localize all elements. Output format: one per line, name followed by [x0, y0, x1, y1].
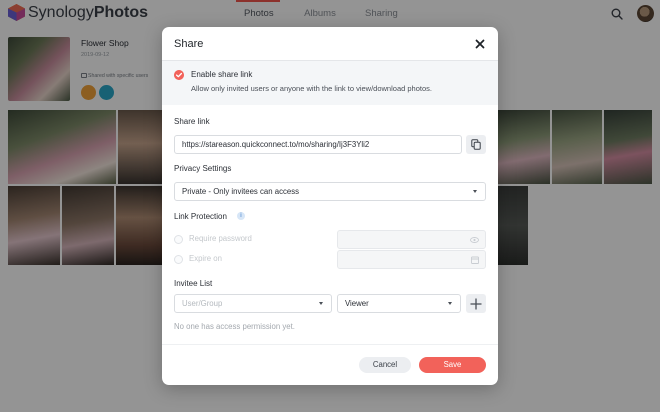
expire-on-label: Expire on: [189, 254, 222, 263]
share-link-field[interactable]: https://stareason.quickconnect.to/mo/sha…: [174, 135, 462, 154]
chevron-down-icon: [448, 302, 452, 305]
role-select[interactable]: Viewer: [337, 294, 461, 313]
enable-share-link-section: Enable share link Allow only invited use…: [162, 61, 498, 105]
copy-link-button[interactable]: [466, 135, 486, 154]
share-dialog: Share Enable share link Allow only invit…: [162, 27, 498, 385]
link-protection-label: Link Protection: [174, 212, 227, 221]
share-link-label: Share link: [174, 117, 210, 126]
eye-icon[interactable]: [470, 237, 479, 243]
info-icon[interactable]: i: [237, 212, 245, 220]
user-group-select[interactable]: User/Group: [174, 294, 332, 313]
user-group-placeholder: User/Group: [182, 299, 223, 308]
enable-share-link-checkbox[interactable]: [174, 70, 184, 80]
divider: [162, 344, 498, 345]
copy-icon: [471, 139, 481, 150]
expire-date-field[interactable]: [337, 250, 486, 269]
enable-share-link-label: Enable share link: [191, 70, 253, 79]
dialog-title: Share: [174, 38, 204, 50]
privacy-settings-label: Privacy Settings: [174, 164, 232, 173]
expire-on-radio[interactable]: [174, 255, 183, 264]
invitee-list-label: Invitee List: [174, 279, 213, 288]
plus-icon: [470, 297, 482, 310]
calendar-icon[interactable]: [471, 256, 479, 264]
chevron-down-icon: [319, 302, 323, 305]
password-field[interactable]: [337, 230, 486, 249]
privacy-select-value: Private - Only invitees can access: [182, 187, 299, 196]
enable-share-link-description: Allow only invited users or anyone with …: [191, 84, 432, 93]
require-password-radio[interactable]: [174, 235, 183, 244]
close-icon[interactable]: [474, 38, 486, 50]
add-invitee-button[interactable]: [466, 294, 486, 313]
role-select-value: Viewer: [345, 299, 369, 308]
require-password-label: Require password: [189, 234, 252, 243]
privacy-select[interactable]: Private - Only invitees can access: [174, 182, 486, 201]
chevron-down-icon: [473, 190, 477, 193]
cancel-button[interactable]: Cancel: [359, 357, 411, 373]
save-button[interactable]: Save: [419, 357, 486, 373]
invitee-empty-message: No one has access permission yet.: [174, 322, 295, 331]
